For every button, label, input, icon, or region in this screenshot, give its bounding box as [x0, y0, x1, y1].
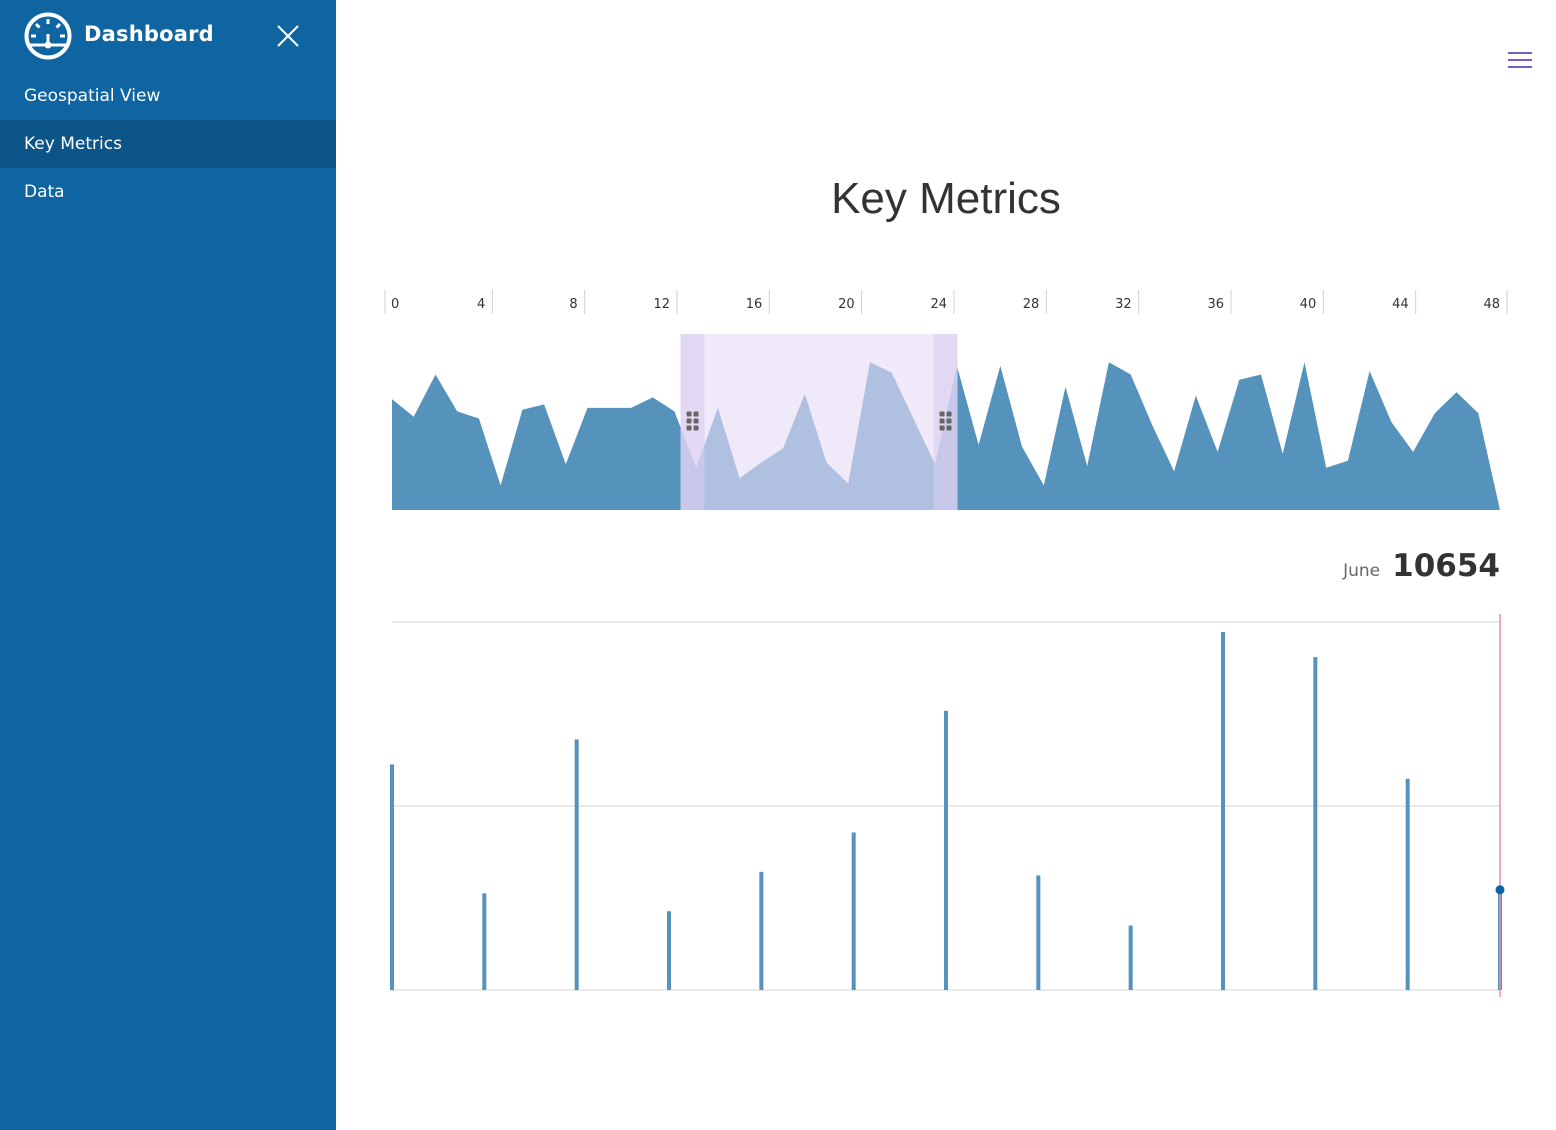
- drag-grip-right-icon: [939, 418, 945, 424]
- cursor-point: [1495, 885, 1505, 895]
- axis-tick-label: 28: [1023, 297, 1040, 312]
- stem-bar[interactable]: [667, 911, 671, 990]
- stem-bar[interactable]: [1128, 925, 1133, 990]
- drag-grip-right-icon: [939, 411, 945, 417]
- axis-tick-label: 40: [1300, 297, 1317, 312]
- stem-bar[interactable]: [390, 764, 394, 990]
- drag-grip-left-icon: [693, 411, 699, 417]
- axis-tick-label: 44: [1392, 297, 1409, 312]
- metrics-chart: 0 4 8 12 16 20 24 28 32 36 40 44 48: [384, 290, 1508, 997]
- axis-tick-label: 0: [391, 297, 399, 312]
- axis-tick-label: 32: [1115, 297, 1132, 312]
- axis-tick-label: 8: [569, 297, 577, 312]
- axis-tick-label: 36: [1207, 297, 1224, 312]
- drag-grip-left-icon: [686, 425, 692, 431]
- axis-tick-label: 24: [930, 297, 947, 312]
- drag-grip-left-icon: [693, 425, 699, 431]
- drag-grip-left-icon: [686, 418, 692, 424]
- axis-tick-label: 4: [477, 297, 485, 312]
- drag-grip-left-icon: [686, 411, 692, 417]
- stem-bar[interactable]: [1036, 875, 1041, 990]
- stem-bar[interactable]: [759, 871, 764, 990]
- axis-tick-label: 48: [1483, 297, 1500, 312]
- drag-grip-right-icon: [946, 418, 952, 424]
- stem-bar[interactable]: [482, 893, 487, 990]
- brush-selection[interactable]: [680, 334, 958, 510]
- stem-bar[interactable]: [1405, 778, 1410, 990]
- stem-bar[interactable]: [944, 710, 948, 990]
- axis-tick-label: 12: [653, 297, 670, 312]
- axis-tick-label: 16: [746, 297, 763, 312]
- brush-handle-right[interactable]: [933, 334, 958, 510]
- axis-tick-label: 20: [838, 297, 855, 312]
- brush-handle-left[interactable]: [680, 334, 705, 510]
- stem-bar[interactable]: [1221, 632, 1225, 990]
- drag-grip-left-icon: [693, 418, 699, 424]
- stem-bar[interactable]: [851, 832, 856, 990]
- drag-grip-right-icon: [939, 425, 945, 431]
- drag-grip-right-icon: [946, 411, 952, 417]
- stem-bar[interactable]: [1313, 657, 1318, 990]
- drag-grip-right-icon: [946, 425, 952, 431]
- stem-bar[interactable]: [574, 739, 579, 990]
